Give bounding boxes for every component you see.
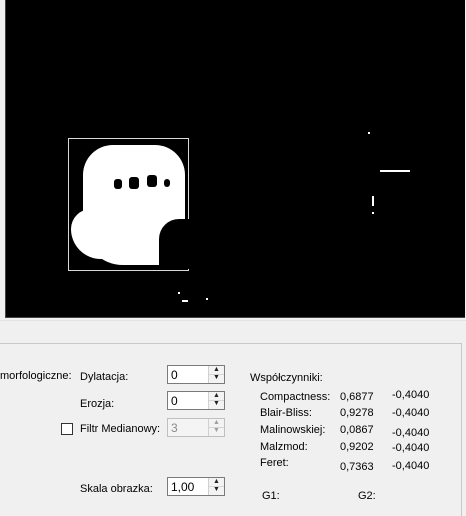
g1-label: G1: xyxy=(262,490,280,502)
coef-value-2: -0,4040 xyxy=(392,407,430,419)
separator xyxy=(0,320,466,321)
median-filter-checkbox[interactable] xyxy=(61,423,73,435)
median-filter-label: Filtr Medianowy: xyxy=(80,423,161,435)
g2-label: G2: xyxy=(358,490,376,502)
coef-value-2: -0,4040 xyxy=(392,442,430,454)
median-value: 3 xyxy=(171,421,178,435)
median-stepper[interactable]: 3 ▲ ▼ xyxy=(167,418,225,437)
coef-name: Feret: xyxy=(260,457,289,469)
scale-value: 1,00 xyxy=(171,480,195,494)
erosion-value: 0 xyxy=(171,394,178,408)
scale-label: Skala obrazka: xyxy=(80,483,153,495)
dilation-label: Dylatacja: xyxy=(80,371,129,383)
spin-down-icon[interactable]: ▼ xyxy=(209,486,224,494)
coef-name: Blair-Bliss: xyxy=(260,407,312,419)
erosion-label: Erozja: xyxy=(80,398,115,410)
scale-stepper[interactable]: 1,00 ▲ ▼ xyxy=(167,477,225,496)
morph-group-label: morfologiczne: xyxy=(0,370,72,382)
settings-panel: morfologiczne: Dylatacja: 0 ▲ ▼ Erozja: … xyxy=(0,343,462,516)
coef-value-2: -0,4040 xyxy=(392,460,430,472)
spin-down-icon[interactable]: ▼ xyxy=(209,427,224,435)
coef-value-1: 0,9278 xyxy=(340,407,374,419)
image-viewport xyxy=(5,0,465,318)
dilation-value: 0 xyxy=(171,368,178,382)
coef-name: Malzmod: xyxy=(260,441,308,453)
coef-value-2: -0,4040 xyxy=(392,427,430,439)
coef-value-1: 0,9202 xyxy=(340,441,374,453)
bounding-box xyxy=(68,138,189,271)
coef-value-1: 0,0867 xyxy=(340,424,374,436)
coef-value-1: 0,7363 xyxy=(340,461,374,473)
spin-down-icon[interactable]: ▼ xyxy=(209,400,224,408)
coef-value-2: -0,4040 xyxy=(392,389,430,401)
dilation-stepper[interactable]: 0 ▲ ▼ xyxy=(167,365,225,384)
erosion-stepper[interactable]: 0 ▲ ▼ xyxy=(167,391,225,410)
coefficients-title: Współczynniki: xyxy=(250,372,323,384)
spin-down-icon[interactable]: ▼ xyxy=(209,374,224,382)
coef-name: Compactness: xyxy=(260,391,331,403)
coef-name: Malinowskiej: xyxy=(260,424,326,436)
coef-value-1: 0,6877 xyxy=(340,391,374,403)
